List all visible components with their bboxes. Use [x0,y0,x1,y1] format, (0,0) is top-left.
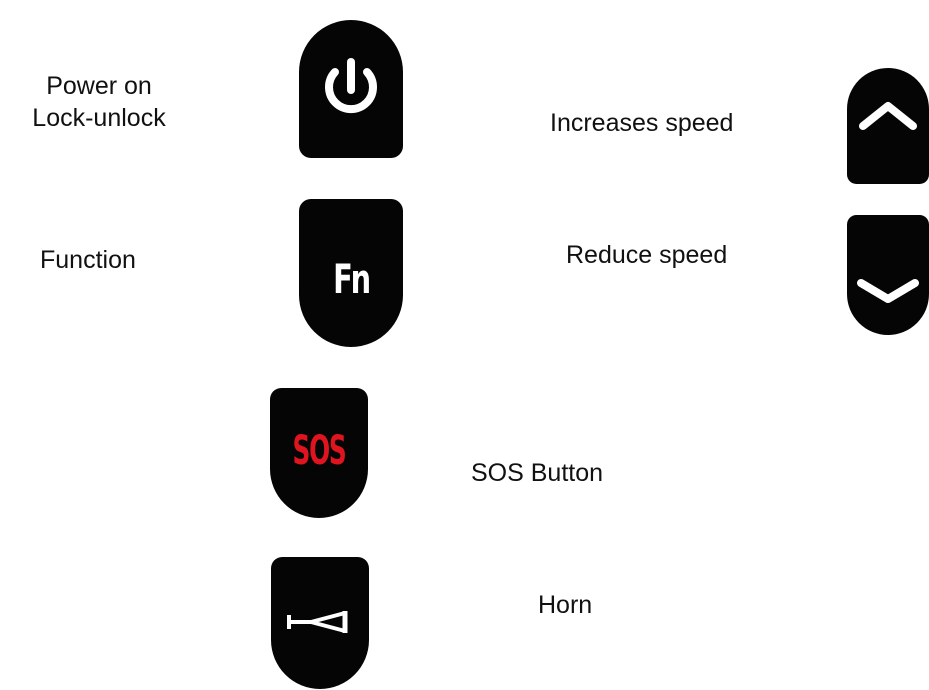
sos-button-label: SOS Button [471,459,604,487]
horn-icon [287,611,348,633]
chevron-up-icon [859,102,917,130]
reduce-speed-label: Reduce speed [566,241,728,269]
power-label: Power on [46,72,152,100]
horn-button[interactable] [271,557,369,689]
power-lock-label: Power on Lock-unlock [14,70,184,134]
power-button[interactable] [299,20,403,158]
lock-unlock-label: Lock-unlock [32,104,166,132]
function-button[interactable]: Fn [299,199,403,347]
increase-speed-button[interactable] [847,68,929,184]
function-label: Function [40,246,136,274]
horn-label: Horn [538,591,593,619]
power-icon [325,58,377,114]
sos-button[interactable]: SOS [270,388,368,518]
reduce-speed-button[interactable] [847,215,929,335]
chevron-down-icon [857,279,919,303]
fn-glyph: Fn [333,257,371,303]
sos-glyph: SOS [292,428,346,474]
increase-speed-label: Increases speed [550,109,734,137]
